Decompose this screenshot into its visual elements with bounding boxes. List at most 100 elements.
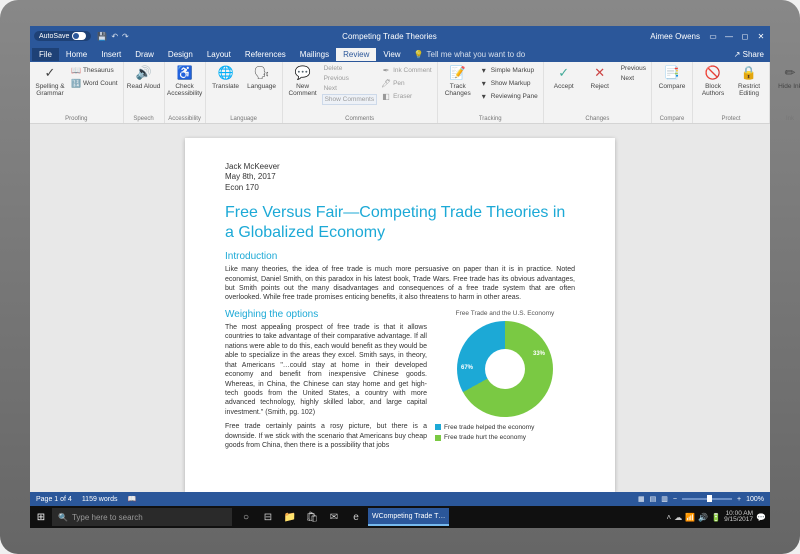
- legend-swatch-blue: [435, 424, 441, 430]
- quick-access-toolbar: 💾 ↶ ↷: [97, 32, 128, 41]
- group-language: 🌐Translate 🗣Language Language: [206, 62, 283, 123]
- new-comment-button[interactable]: 💬New Comment: [286, 64, 320, 97]
- reject-button[interactable]: ✕Reject: [583, 64, 617, 90]
- restrict-editing-button[interactable]: 🔒Restrict Editing: [732, 64, 766, 97]
- hide-ink-button[interactable]: ✏Hide Ink: [773, 64, 800, 90]
- count-icon: 🔢: [71, 78, 81, 88]
- translate-icon: 🌐: [217, 64, 235, 82]
- show-markup-button[interactable]: ▾Show Markup: [477, 77, 540, 89]
- translate-button[interactable]: 🌐Translate: [209, 64, 243, 90]
- ribbon-tabs: File Home Insert Draw Design Layout Refe…: [30, 46, 770, 62]
- wifi-icon[interactable]: 📶: [685, 513, 695, 522]
- word-task-button[interactable]: W Competing Trade T…: [368, 508, 449, 526]
- notifications-icon[interactable]: 💬: [756, 513, 766, 522]
- tab-insert[interactable]: Insert: [94, 48, 128, 61]
- accessibility-icon: ♿: [176, 64, 194, 82]
- tab-review[interactable]: Review: [336, 48, 376, 61]
- markup-dropdown[interactable]: ▾Simple Markup: [477, 64, 540, 76]
- user-name[interactable]: Aimee Owens: [650, 32, 700, 41]
- autosave-toggle[interactable]: AutoSave: [34, 31, 91, 41]
- document-area[interactable]: Jack McKeever May 8th, 2017 Econ 170 Fre…: [30, 124, 770, 492]
- cortana-icon[interactable]: ○: [236, 508, 256, 526]
- tab-mailings[interactable]: Mailings: [293, 48, 336, 61]
- redo-icon[interactable]: ↷: [122, 32, 129, 41]
- word-count-button[interactable]: 🔢Word Count: [69, 77, 120, 89]
- taskbar-search[interactable]: 🔍Type here to search: [52, 508, 232, 526]
- next-change-button[interactable]: Next: [619, 74, 648, 83]
- compare-button[interactable]: 📑Compare: [655, 64, 689, 90]
- next-comment-button[interactable]: Next: [322, 84, 378, 93]
- group-ink: ✏Hide Ink Ink: [770, 62, 800, 123]
- share-button[interactable]: ↗ Share: [728, 48, 770, 61]
- bulb-icon: 💡: [414, 50, 424, 59]
- eraser-button[interactable]: ◧Eraser: [379, 90, 434, 102]
- tab-layout[interactable]: Layout: [200, 48, 238, 61]
- tab-design[interactable]: Design: [161, 48, 200, 61]
- tab-home[interactable]: Home: [59, 48, 94, 61]
- track-changes-button[interactable]: 📝Track Changes: [441, 64, 475, 97]
- ink-comment-button[interactable]: ✒Ink Comment: [379, 64, 434, 76]
- slice-label-67: 67%: [461, 365, 473, 371]
- document-page[interactable]: Jack McKeever May 8th, 2017 Econ 170 Fre…: [185, 138, 615, 492]
- toggle-icon: [72, 32, 86, 40]
- onedrive-icon[interactable]: ☁: [674, 513, 682, 522]
- ink-icon: ✒: [381, 65, 391, 75]
- tab-view[interactable]: View: [376, 48, 407, 61]
- edge-icon[interactable]: e: [346, 508, 366, 526]
- zoom-in-icon[interactable]: +: [737, 496, 741, 503]
- block-icon: 🚫: [704, 64, 722, 82]
- group-speech: 🔊Read Aloud Speech: [124, 62, 165, 123]
- tray-up-icon[interactable]: ˄: [667, 513, 672, 522]
- show-comments-button[interactable]: Show Comments: [322, 94, 378, 105]
- volume-icon[interactable]: 🔊: [698, 513, 708, 522]
- tell-me-search[interactable]: 💡Tell me what you want to do: [414, 50, 526, 59]
- mail-icon[interactable]: ✉: [324, 508, 344, 526]
- read-aloud-button[interactable]: 🔊Read Aloud: [127, 64, 161, 90]
- zoom-out-icon[interactable]: −: [673, 496, 677, 503]
- pen-button[interactable]: 🖊Pen: [379, 77, 434, 89]
- pen-icon: 🖊: [381, 78, 391, 88]
- block-authors-button[interactable]: 🚫Block Authors: [696, 64, 730, 97]
- reviewing-pane-button[interactable]: ▾Reviewing Pane: [477, 90, 540, 102]
- minimize-icon[interactable]: ―: [724, 32, 734, 41]
- explorer-icon[interactable]: 📁: [280, 508, 300, 526]
- search-icon: 🔍: [58, 513, 68, 522]
- spell-check-icon[interactable]: 📖: [127, 495, 136, 503]
- zoom-level[interactable]: 100%: [746, 496, 764, 503]
- tab-file[interactable]: File: [32, 48, 59, 61]
- chart-container: Free Trade and the U.S. Economy 67% 33% …: [435, 310, 575, 444]
- page-indicator[interactable]: Page 1 of 4: [36, 496, 72, 503]
- thesaurus-button[interactable]: 📖Thesaurus: [69, 64, 120, 76]
- chart-title: Free Trade and the U.S. Economy: [435, 310, 575, 317]
- prev-comment-button[interactable]: Previous: [322, 74, 378, 83]
- system-tray: ˄ ☁ 📶 🔊 🔋 10:00 AM9/15/2017 💬: [667, 511, 770, 524]
- taskbar: ⊞ 🔍Type here to search ○ ⊟ 📁 🛍 ✉ e W Com…: [30, 506, 770, 528]
- tab-draw[interactable]: Draw: [128, 48, 161, 61]
- close-icon[interactable]: ✕: [756, 32, 766, 41]
- status-bar: Page 1 of 4 1159 words 📖 ▦ ▤ ▥ − + 100%: [30, 492, 770, 506]
- save-icon[interactable]: 💾: [97, 32, 107, 41]
- word-count[interactable]: 1159 words: [82, 496, 118, 503]
- ribbon-options-icon[interactable]: ▭: [708, 32, 718, 41]
- zoom-slider[interactable]: [682, 498, 732, 500]
- document-title: Competing Trade Theories: [129, 32, 650, 41]
- view-read-icon[interactable]: ▦: [638, 495, 645, 503]
- accept-button[interactable]: ✓Accept: [547, 64, 581, 90]
- undo-icon[interactable]: ↶: [111, 32, 118, 41]
- maximize-icon[interactable]: ◻: [740, 32, 750, 41]
- task-view-icon[interactable]: ⊟: [258, 508, 278, 526]
- view-web-icon[interactable]: ▥: [661, 495, 668, 503]
- store-icon[interactable]: 🛍: [302, 508, 322, 526]
- prev-change-button[interactable]: Previous: [619, 64, 648, 73]
- view-print-icon[interactable]: ▤: [650, 495, 657, 503]
- language-button[interactable]: 🗣Language: [245, 64, 279, 90]
- start-button[interactable]: ⊞: [30, 512, 52, 523]
- lock-icon: 🔒: [740, 64, 758, 82]
- ribbon: ✓Spelling & Grammar 📖Thesaurus 🔢Word Cou…: [30, 62, 770, 124]
- check-accessibility-button[interactable]: ♿Check Accessibility: [168, 64, 202, 97]
- battery-icon[interactable]: 🔋: [711, 513, 721, 522]
- spelling-button[interactable]: ✓Spelling & Grammar: [33, 64, 67, 97]
- delete-comment-button[interactable]: Delete: [322, 64, 378, 73]
- clock[interactable]: 10:00 AM9/15/2017: [724, 511, 753, 524]
- tab-references[interactable]: References: [238, 48, 293, 61]
